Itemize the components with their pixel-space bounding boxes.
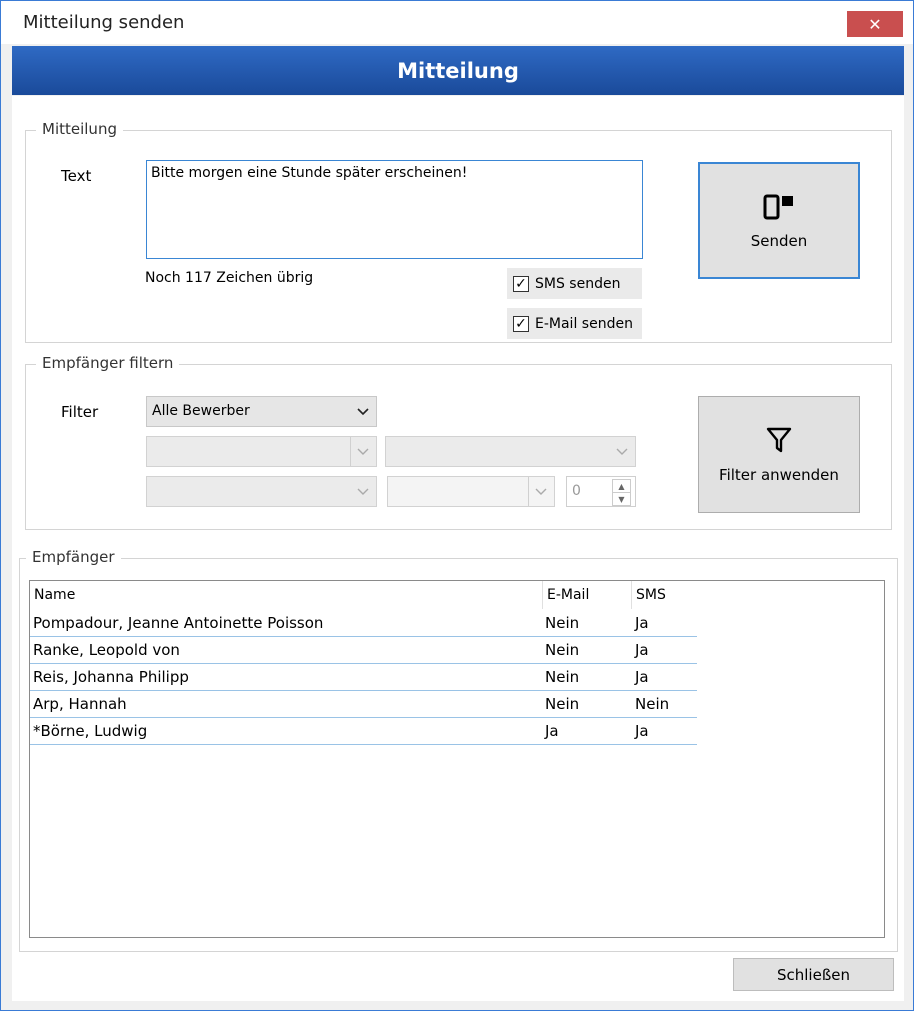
apply-filter-button[interactable]: Filter anwenden [698,396,860,513]
cell-email: Nein [545,695,580,713]
column-header-sms[interactable]: SMS [636,587,666,603]
message-group: Mitteilung Text Bitte morgen eine Stunde… [25,120,892,343]
message-text-area[interactable]: Bitte morgen eine Stunde später erschein… [146,160,643,259]
phone-mail-icon [763,194,793,219]
cell-email: Ja [545,722,559,740]
title-bar: Mitteilung senden ✕ [1,1,913,44]
cell-name: Arp, Hannah [33,695,127,713]
recipients-group-legend: Empfänger [26,548,121,566]
filter-subselect-4[interactable] [387,476,555,507]
filter-select-value: Alle Bewerber [152,403,250,419]
send-button-label: Senden [750,231,808,250]
cell-sms: Ja [635,668,649,686]
close-window-button[interactable]: ✕ [847,11,903,37]
table-row[interactable]: Reis, Johanna Philipp Nein Ja [30,663,697,691]
banner-title: Mitteilung [397,58,519,83]
cell-name: Ranke, Leopold von [33,641,180,659]
text-label: Text [61,167,92,185]
remaining-chars-text: Noch 117 Zeichen übrig [145,270,314,286]
email-checkbox[interactable]: ✓ E-Mail senden [507,308,642,339]
column-header-email[interactable]: E-Mail [547,587,589,603]
number-stepper[interactable]: 0 ▲ ▼ [566,476,636,507]
table-row[interactable]: *Börne, Ludwig Ja Ja [30,717,697,745]
content-panel: Mitteilung Text Bitte morgen eine Stunde… [12,96,904,1001]
cell-sms: Ja [635,722,649,740]
table-row[interactable]: Pompadour, Jeanne Antoinette Poisson Nei… [30,609,697,637]
header-banner: Mitteilung [12,46,904,95]
email-checkbox-label: E-Mail senden [535,315,633,332]
chevron-down-icon [616,448,628,455]
send-button[interactable]: Senden [698,162,860,279]
email-check-icon: ✓ [513,315,529,332]
chevron-down-icon [535,488,547,495]
table-row[interactable]: Arp, Hannah Nein Nein [30,690,697,718]
cell-sms: Ja [635,614,649,632]
select-divider [528,477,529,506]
chevron-down-icon [357,488,369,495]
funnel-icon [766,427,792,452]
window-title: Mitteilung senden [23,12,185,33]
table-header: Name E-Mail SMS [30,581,884,609]
close-button[interactable]: Schließen [733,958,894,991]
column-divider [631,581,632,609]
dialog-window: Mitteilung senden ✕ Mitteilung Mitteilun… [0,0,914,1011]
cell-email: Nein [545,614,580,632]
stepper-down-icon[interactable]: ▼ [612,492,631,506]
stepper-value: 0 [572,483,581,499]
column-divider [542,581,543,609]
cell-email: Nein [545,668,580,686]
stepper-up-icon[interactable]: ▲ [612,479,631,493]
recipients-table[interactable]: Name E-Mail SMS Pompadour, Jeanne Antoin… [29,580,885,938]
cell-sms: Nein [635,695,670,713]
cell-sms: Ja [635,641,649,659]
close-icon: ✕ [868,14,882,34]
sms-checkbox[interactable]: ✓ SMS senden [507,268,642,299]
close-button-label: Schließen [776,965,851,984]
table-row[interactable]: Ranke, Leopold von Nein Ja [30,636,697,664]
sms-checkbox-label: SMS senden [535,275,621,292]
chevron-down-icon [357,408,369,416]
cell-name: *Börne, Ludwig [33,722,148,740]
message-group-legend: Mitteilung [36,120,123,138]
filter-select[interactable]: Alle Bewerber [146,396,377,427]
chevron-down-icon [357,448,369,455]
filter-group-legend: Empfänger filtern [36,354,180,372]
cell-email: Nein [545,641,580,659]
column-header-name[interactable]: Name [34,587,75,603]
apply-filter-label: Filter anwenden [719,465,839,484]
cell-name: Pompadour, Jeanne Antoinette Poisson [33,614,324,632]
filter-subselect-3[interactable] [146,476,377,507]
select-divider [350,437,351,466]
filter-label: Filter [61,403,99,421]
sms-check-icon: ✓ [513,275,529,292]
filter-subselect-1[interactable] [146,436,377,467]
filter-group: Empfänger filtern Filter Alle Bewerber 0… [25,354,892,530]
filter-subselect-2[interactable] [385,436,636,467]
cell-name: Reis, Johanna Philipp [33,668,189,686]
